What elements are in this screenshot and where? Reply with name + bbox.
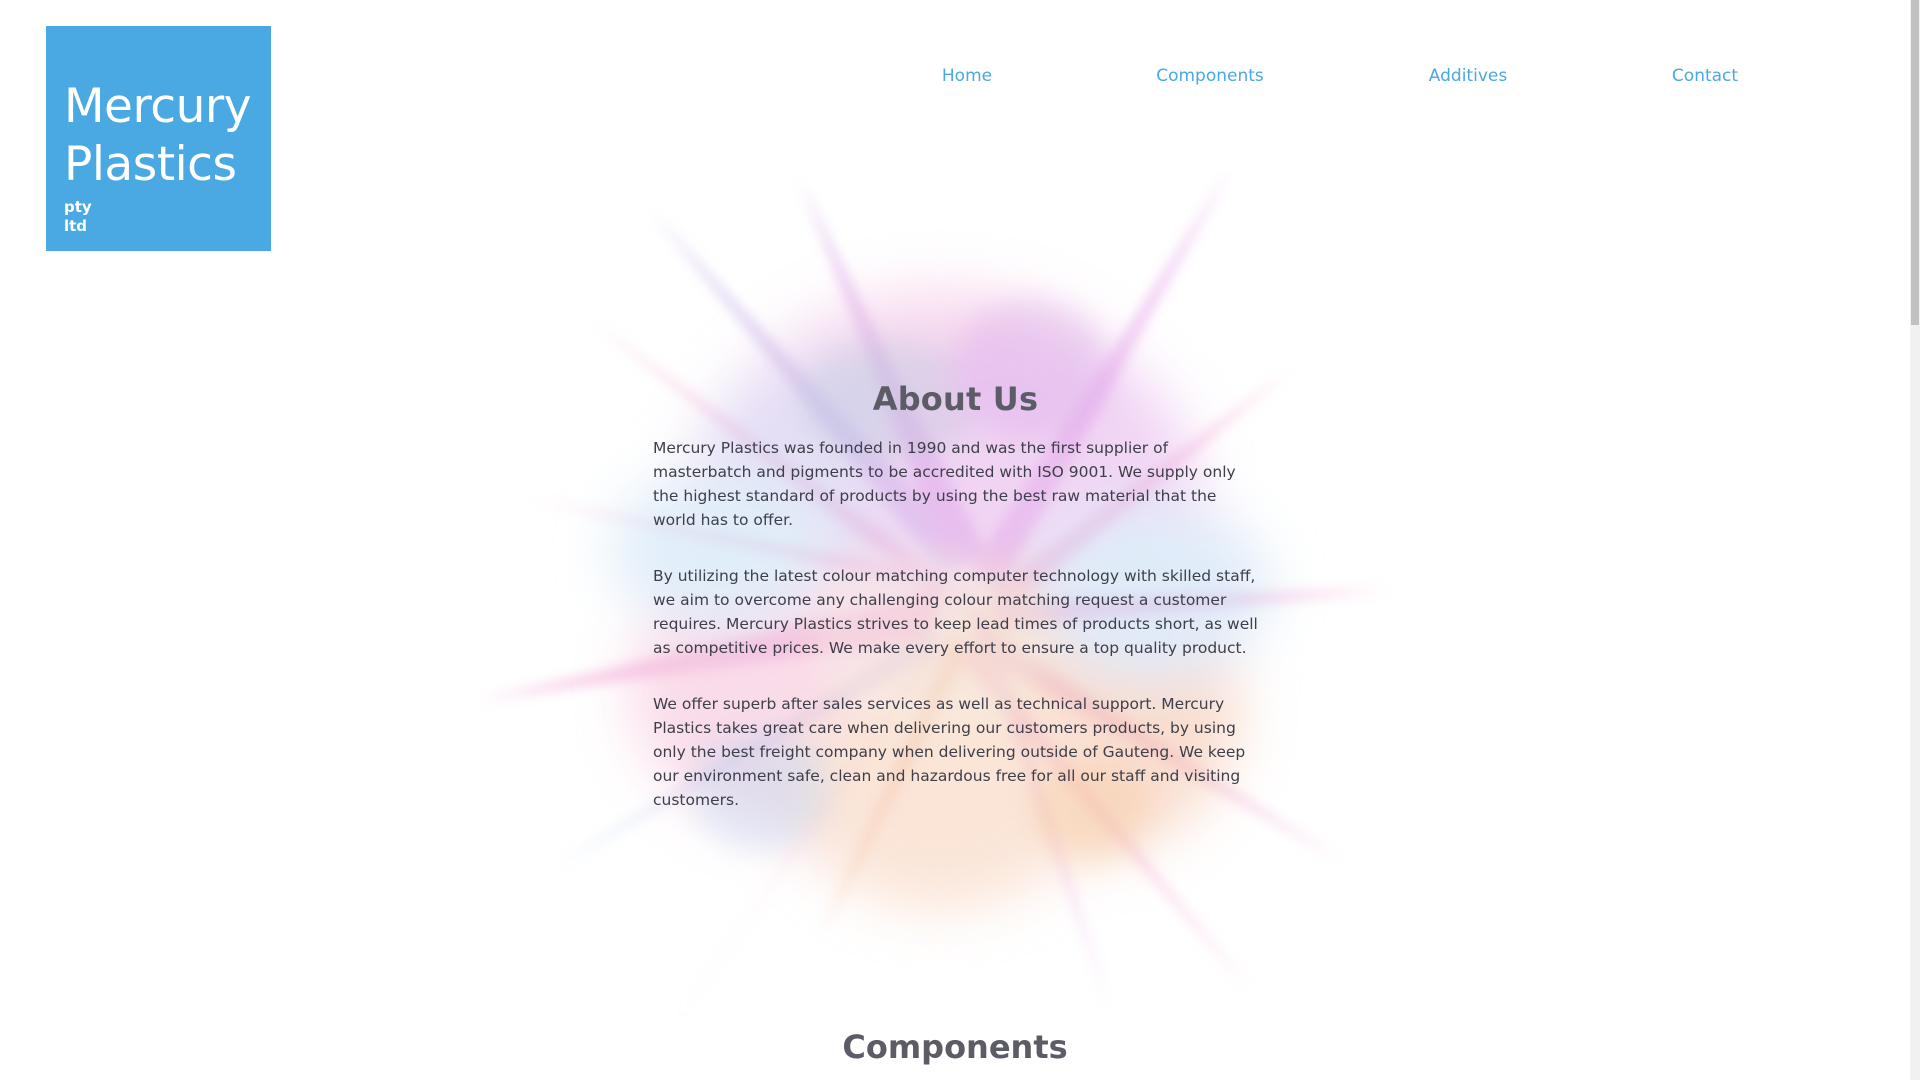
logo[interactable]: Mercury Plastics pty ltd [46, 26, 271, 251]
logo-line-2: Plastics [64, 137, 237, 192]
about-paragraph-1: Mercury Plastics was founded in 1990 and… [653, 439, 1236, 529]
nav-additives-link[interactable]: Additives [1429, 66, 1507, 86]
nav-home-link[interactable]: Home [942, 66, 992, 86]
nav-contact-link[interactable]: Contact [1672, 66, 1738, 86]
page: Mercury Plastics pty ltd Home Components… [0, 0, 1920, 1080]
main-nav: Home Components Additives Contact [0, 66, 1910, 92]
about-paragraph-3: We offer superb after sales services as … [653, 695, 1246, 809]
vertical-scrollbar[interactable] [1910, 0, 1920, 1080]
about-paragraph-2: By utilizing the latest colour matching … [653, 567, 1258, 657]
nav-components-link[interactable]: Components [1156, 66, 1264, 86]
scrollbar-thumb[interactable] [1911, 0, 1919, 325]
about-title: About Us [872, 380, 1039, 418]
about-section: About Us Mercury Plastics was founded in… [653, 380, 1258, 844]
logo-sub-1: pty [64, 198, 92, 216]
logo-sub-2: ltd [64, 217, 88, 235]
components-title: Components [842, 1028, 1068, 1066]
